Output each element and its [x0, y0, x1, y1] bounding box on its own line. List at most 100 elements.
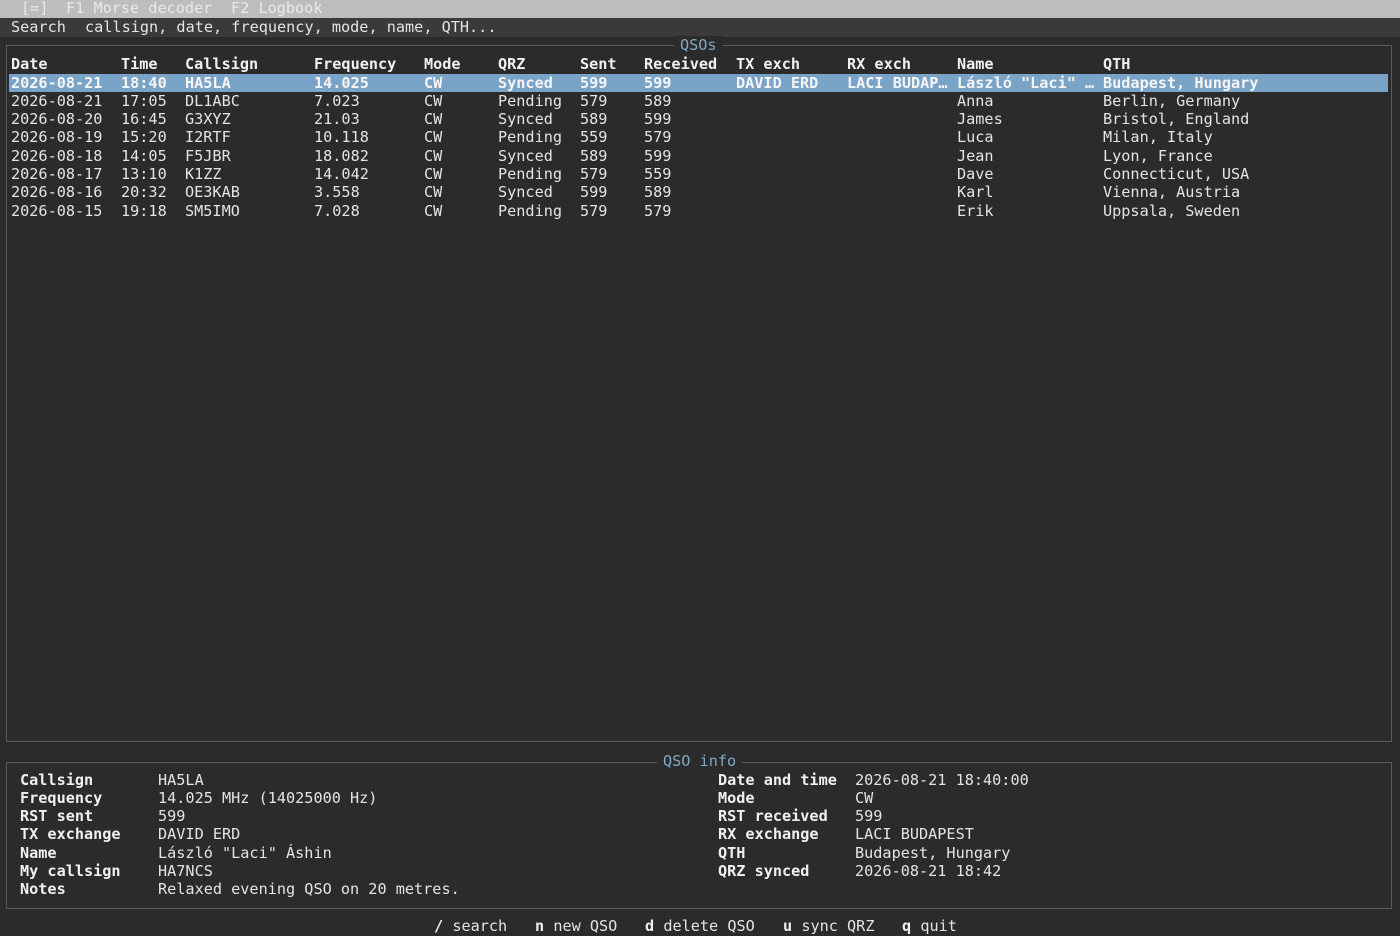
column-header-mode[interactable]: Mode [424, 55, 496, 73]
info-label-qth: QTH [718, 843, 746, 862]
cell-frequency: 7.028 [314, 201, 360, 220]
top-menu-bar: [=] F1 Morse decoder F2 Logbook [0, 0, 1400, 18]
column-header-sent[interactable]: Sent [580, 55, 642, 73]
cell-date: 2026-08-21 [11, 91, 103, 110]
menu-icon[interactable]: [=] [21, 0, 48, 17]
cell-sent: 599 [580, 183, 608, 202]
cell-callsign: G3XYZ [185, 110, 231, 129]
shortcut-delete-qso[interactable]: d delete QSO [645, 917, 755, 935]
column-header-name[interactable]: Name [957, 55, 1100, 73]
column-header-frequency[interactable]: Frequency [314, 55, 422, 73]
cell-frequency: 21.03 [314, 110, 360, 129]
table-row[interactable]: 2026-08-18 14:05 F5JBR 18.082 CW Synced 589 599… [9, 147, 1388, 165]
tab-logbook-label: Logbook [258, 0, 323, 17]
info-label-mode: Mode [718, 788, 755, 807]
cell-mode: CW [424, 165, 443, 183]
cell-callsign: F5JBR [185, 146, 231, 165]
cell-qth: Bristol, England [1103, 110, 1250, 129]
cell-received: 579 [644, 201, 672, 220]
shortcut-new-qso[interactable]: n new QSO [535, 917, 617, 935]
info-label-tx-exchange: TX exchange [20, 825, 121, 844]
cell-name: James [957, 110, 1003, 129]
info-label-rx-exchange: RX exchange [718, 825, 819, 844]
cell-name: László "Laci" … [957, 73, 1095, 92]
table-row[interactable]: 2026-08-21 18:40 HA5LA 14.025 CW Synced 599 599… [9, 73, 1388, 92]
table-row[interactable]: 2026-08-20 16:45 G3XYZ 21.03 CW Synced 589 599 J… [9, 110, 1388, 128]
cell-qth: Budapest, Hungary [1103, 73, 1259, 92]
column-header-tx-exch[interactable]: TX exch [736, 55, 844, 73]
shortcut-sync-qrz[interactable]: u sync QRZ [783, 917, 874, 935]
shortcut-label: new QSO [553, 917, 618, 935]
cell-qth: Uppsala, Sweden [1103, 201, 1241, 220]
cell-frequency: 7.023 [314, 91, 360, 110]
shortcut-key: q [902, 917, 912, 935]
cell-mode: CW [424, 91, 443, 110]
cell-qth: Vienna, Austria [1103, 183, 1241, 202]
cell-received: 599 [644, 73, 672, 92]
cell-qrz: Synced [498, 73, 553, 92]
tab-morse-decoder-key: F1 [66, 0, 85, 17]
cell-sent: 579 [580, 91, 608, 110]
cell-time: 18:40 [121, 73, 167, 92]
qso-panel-title: QSOs [674, 36, 723, 55]
info-value-date-and-time: 2026-08-21 18:40:00 [855, 770, 1029, 789]
cell-frequency: 3.558 [314, 183, 360, 202]
column-header-time[interactable]: Time [121, 55, 183, 73]
info-value-rst-received: 599 [855, 807, 883, 826]
cell-qth: Berlin, Germany [1103, 91, 1241, 110]
column-header-rx-exch[interactable]: RX exch [847, 55, 955, 73]
cell-name: Anna [957, 91, 994, 110]
column-header-callsign[interactable]: Callsign [185, 55, 312, 73]
cell-time: 19:18 [121, 201, 167, 220]
column-header-received[interactable]: Received [644, 55, 734, 73]
cell-callsign: DL1ABC [185, 91, 240, 110]
cell-sent: 579 [580, 201, 608, 220]
cell-date: 2026-08-19 [11, 128, 103, 147]
cell-date: 2026-08-16 [11, 183, 103, 202]
shortcut-label: sync QRZ [801, 917, 875, 935]
table-row[interactable]: 2026-08-17 13:10 K1ZZ 14.042 CW Pending 579 559… [9, 165, 1388, 183]
column-header-date[interactable]: Date [11, 55, 119, 73]
cell-qrz: Synced [498, 146, 553, 165]
shortcut-key: d [645, 917, 655, 935]
table-row[interactable]: 2026-08-16 20:32 OE3KAB 3.558 CW Synced 599 589… [9, 183, 1388, 201]
column-header-qth[interactable]: QTH [1103, 55, 1383, 73]
tab-morse-decoder-label: Morse decoder [93, 0, 213, 17]
info-label-date-and-time: Date and time [718, 770, 837, 789]
cell-mode: CW [424, 73, 443, 92]
cell-received: 579 [644, 128, 672, 147]
shortcut-quit[interactable]: q quit [902, 917, 957, 935]
shortcut-key: u [783, 917, 793, 935]
cell-date: 2026-08-18 [11, 146, 103, 165]
info-value-qth: Budapest, Hungary [855, 843, 1011, 862]
shortcut-label: delete QSO [663, 917, 755, 935]
cell-frequency: 14.025 [314, 73, 369, 92]
search-input[interactable]: callsign, date, frequency, mode, name, Q… [85, 18, 496, 36]
cell-sent: 589 [580, 146, 608, 165]
cell-time: 13:10 [121, 165, 167, 183]
shortcut-search[interactable]: / search [434, 917, 507, 935]
cell-time: 17:05 [121, 91, 167, 110]
cell-qrz: Pending [498, 165, 563, 183]
cell-qrz: Synced [498, 110, 553, 129]
shortcut-bar: / search n new QSO d delete QSO u sync QRZ q… [0, 917, 1400, 936]
cell-received: 589 [644, 183, 672, 202]
cell-frequency: 14.042 [314, 165, 369, 183]
table-row[interactable]: 2026-08-21 17:05 DL1ABC 7.023 CW Pending 579 58… [9, 92, 1388, 110]
cell-sent: 559 [580, 128, 608, 147]
table-row[interactable]: 2026-08-15 19:18 SM5IMO 7.028 CW Pending 579 57… [9, 202, 1388, 220]
search-label: Search [11, 18, 66, 36]
cell-callsign: SM5IMO [185, 201, 240, 220]
cell-qrz: Synced [498, 183, 553, 202]
tab-logbook[interactable]: F2 Logbook [231, 0, 322, 17]
info-label-name: Name [20, 843, 57, 862]
cell-frequency: 10.118 [314, 128, 369, 147]
tab-logbook-key: F2 [231, 0, 250, 17]
table-row[interactable]: 2026-08-19 15:20 I2RTF 10.118 CW Pending 559 57… [9, 128, 1388, 146]
cell-received: 599 [644, 110, 672, 129]
cell-mode: CW [424, 146, 443, 165]
column-header-qrz[interactable]: QRZ [498, 55, 578, 73]
cell-qth: Lyon, France [1103, 146, 1213, 165]
tab-morse-decoder[interactable]: F1 Morse decoder [66, 0, 212, 17]
info-value-callsign: HA5LA [158, 770, 204, 789]
